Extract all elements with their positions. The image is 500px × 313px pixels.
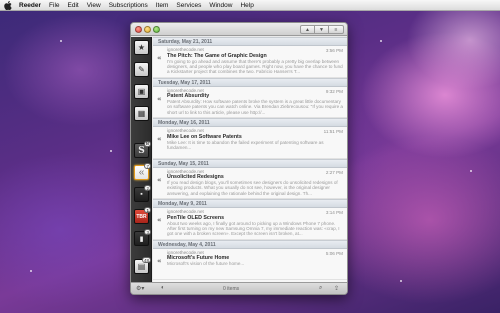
- item-count-label: 0 items: [223, 286, 240, 292]
- compass-icon[interactable]: ◐: [161, 285, 165, 291]
- date-header: Monday, May 16, 2011: [153, 118, 347, 127]
- menu-subscriptions[interactable]: Subscriptions: [109, 2, 148, 9]
- monitor-icon: ▣: [137, 87, 146, 96]
- star-decoration: [30, 270, 32, 272]
- sidebar-item-feed[interactable]: TBR 1: [134, 207, 151, 224]
- item-summary: I'm going to go ahead and assume that th…: [167, 58, 343, 75]
- star-decoration: [400, 280, 402, 282]
- settings-gear-icon[interactable]: ⚙▾: [136, 285, 144, 292]
- feed-quote-icon: «: [157, 54, 162, 62]
- list-item[interactable]: « ignorethecode.net 2:27 PM Unsolicited …: [153, 167, 347, 199]
- view-menu-button[interactable]: ≡: [329, 25, 344, 34]
- next-item-button[interactable]: ▼: [315, 25, 329, 34]
- menu-window[interactable]: Window: [209, 2, 232, 9]
- article-list[interactable]: Saturday, May 21, 2011 « ignorethecode.n…: [153, 37, 347, 282]
- search-icon[interactable]: ⌕: [319, 285, 322, 292]
- feed-quote-icon: «: [157, 216, 162, 224]
- zoom-button[interactable]: [153, 26, 160, 33]
- star-icon: ★: [137, 43, 146, 52]
- item-time: 2:27 PM: [325, 169, 343, 175]
- list-item[interactable]: « ignorethecode.net 5:06 PM Microsoft's …: [153, 248, 347, 280]
- share-icon[interactable]: ⇪: [334, 285, 339, 292]
- chevron-down-icon: ▼: [319, 26, 324, 33]
- sidebar-item-starred[interactable]: ★: [134, 40, 149, 55]
- star-decoration: [470, 170, 472, 172]
- menu-item[interactable]: Item: [156, 2, 169, 9]
- unread-badge: 1: [144, 207, 151, 213]
- sidebar-item-feed[interactable]: ▮ 3: [134, 229, 151, 246]
- bottom-bar: ⚙▾ ◐ 0 items ⌕ ⇪: [131, 282, 347, 294]
- list-item[interactable]: « ignorethecode.net 9:32 PM Patent Absur…: [153, 86, 347, 118]
- tbr-feed-icon: TBR: [136, 213, 147, 220]
- menu-edit[interactable]: Edit: [68, 2, 79, 9]
- menu-help[interactable]: Help: [240, 2, 253, 9]
- reeder-window: ▲ ▼ ≡ ★ ✎ ▣ ▦ S 8 « 7 ▪ 2 TBR 1 ▮ 3 ▤ 48: [130, 22, 348, 295]
- menu-file[interactable]: File: [49, 2, 59, 9]
- unread-badge: 2: [144, 185, 151, 191]
- date-header: Wednesday, May 4, 2011: [153, 239, 347, 249]
- sidebar-item-feed[interactable]: ▣: [134, 84, 149, 99]
- unread-badge: 3: [144, 229, 151, 235]
- item-time: 3:14 PM: [325, 210, 343, 215]
- title-bar[interactable]: ▲ ▼ ≡: [131, 23, 347, 36]
- feed-quote-icon: «: [157, 256, 162, 265]
- list-item[interactable]: « ignorethecode.net 3:14 PM PenTile OLED…: [153, 208, 347, 240]
- star-decoration: [60, 40, 62, 42]
- item-summary: Microsoft's vision of the future home...: [167, 261, 245, 266]
- sidebar: ★ ✎ ▣ ▦ S 8 « 7 ▪ 2 TBR 1 ▮ 3 ▤ 48: [131, 37, 152, 282]
- item-summary: Mike Lee: It is time to abandon the fail…: [167, 139, 324, 150]
- s-feed-icon: S: [138, 145, 145, 156]
- sidebar-item-feed[interactable]: ▦: [134, 106, 149, 121]
- unread-badge: 48: [141, 257, 151, 263]
- chevron-up-icon: ▲: [305, 26, 310, 33]
- unread-badge: 8: [143, 141, 151, 147]
- menu-services[interactable]: Services: [176, 2, 201, 9]
- star-decoration: [380, 40, 382, 42]
- star-decoration: [110, 150, 112, 152]
- box-feed-icon: ▪: [140, 191, 143, 198]
- date-header: Monday, May 9, 2011: [153, 199, 347, 208]
- item-summary: Patent Absurdity: How software patents b…: [167, 99, 343, 115]
- item-summary: If you read design blogs, you'll sometim…: [167, 180, 338, 196]
- sidebar-item-all-items[interactable]: ▤ 48: [134, 257, 151, 274]
- sidebar-item-feed[interactable]: ▪ 2: [134, 185, 151, 202]
- grid-icon: ▦: [137, 109, 146, 118]
- item-summary: About two weeks ago, I finally got aroun…: [167, 220, 340, 237]
- pencil-icon: ✎: [138, 65, 145, 74]
- minimize-button[interactable]: [144, 26, 151, 33]
- close-button[interactable]: [135, 26, 142, 33]
- item-time: 3:56 PM: [325, 48, 343, 53]
- date-header: Tuesday, May 17, 2011: [153, 77, 347, 87]
- sidebar-item-notes[interactable]: ✎: [134, 62, 149, 77]
- item-time: 9:32 PM: [325, 88, 343, 94]
- list-icon: ≡: [334, 26, 338, 33]
- feed-quote-icon: «: [157, 94, 162, 103]
- phone-feed-icon: ▮: [139, 235, 144, 243]
- item-time: 5:06 PM: [325, 250, 343, 256]
- list-item[interactable]: « ignorethecode.net 3:56 PM The Pitch: T…: [153, 46, 347, 78]
- menu-app-name[interactable]: Reeder: [19, 2, 41, 9]
- unread-badge: 7: [144, 163, 151, 169]
- quote-feed-icon: «: [138, 167, 145, 178]
- apple-icon[interactable]: [4, 0, 12, 10]
- menu-bar: Reeder File Edit View Subscriptions Item…: [0, 0, 500, 11]
- feed-quote-icon: «: [157, 175, 162, 184]
- menu-view[interactable]: View: [87, 2, 101, 9]
- list-item[interactable]: « ignorethecode.net 11:51 PM Mike Lee on…: [153, 127, 347, 159]
- previous-item-button[interactable]: ▲: [300, 25, 315, 34]
- sidebar-item-feed-selected[interactable]: « 7: [134, 163, 151, 180]
- sidebar-item-feed[interactable]: S 8: [134, 141, 151, 158]
- item-time: 11:51 PM: [323, 129, 343, 134]
- date-header: Saturday, May 21, 2011: [153, 37, 347, 46]
- feed-quote-icon: «: [157, 135, 162, 143]
- date-header: Sunday, May 15, 2011: [153, 158, 347, 168]
